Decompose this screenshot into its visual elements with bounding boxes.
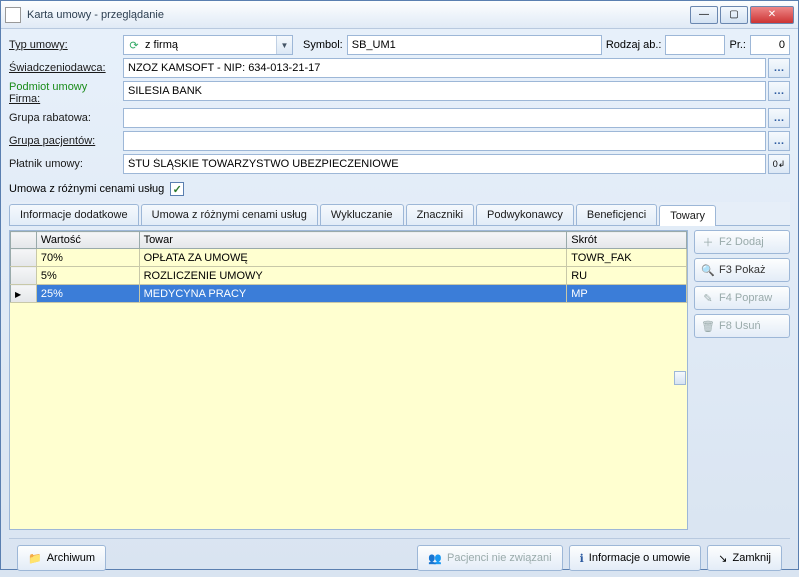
symbol-input[interactable] [347,35,602,55]
window-icon [5,7,21,23]
exit-icon: ↘ [718,552,727,565]
rozne-ceny-checkbox[interactable]: ✓ [170,182,184,196]
popraw-button[interactable]: ✎ F4 Popraw [694,286,790,310]
cell-towar: OPŁATA ZA UMOWĘ [139,249,567,267]
trash-icon: 🗑 [701,320,715,333]
cell-towar: ROZLICZENIE UMOWY [139,267,567,285]
col-towar[interactable]: Towar [139,232,567,249]
col-skrot[interactable]: Skrót [567,232,687,249]
cell-skrot: RU [567,267,687,285]
rodzaj-input[interactable] [665,35,725,55]
firma-input[interactable] [123,81,766,101]
symbol-label: Symbol: [303,39,343,51]
row-handle [11,285,37,303]
usun-button[interactable]: 🗑 F8 Usuń [694,314,790,338]
search-icon: 🔍 [701,264,715,277]
window-buttons: — ▢ ✕ [690,6,794,24]
rodzaj-label: Rodzaj ab.: [606,39,662,51]
table-row[interactable]: 5%ROZLICZENIE UMOWYRU [11,267,687,285]
tab-znaczniki[interactable]: Znaczniki [406,204,474,225]
cell-skrot: MP [567,285,687,303]
firma-label: Firma: [9,93,119,105]
row-handle [11,249,37,267]
dodaj-button[interactable]: ＋ F2 Dodaj [694,230,790,254]
minimize-button[interactable]: — [690,6,718,24]
platnik-input[interactable] [123,154,766,174]
informacje-button[interactable]: ℹ Informacje o umowie [569,545,702,571]
content: Typ umowy: ⟳ z firmą ▼ Symbol: Rodzaj ab… [1,29,798,577]
window: Karta umowy - przeglądanie — ▢ ✕ Typ umo… [0,0,799,570]
col-wartosc[interactable]: Wartość [36,232,139,249]
plus-icon: ＋ [701,234,715,250]
tab-beneficjenci[interactable]: Beneficjenci [576,204,657,225]
cell-towar: MEDYCYNA PRACY [139,285,567,303]
table-row[interactable]: 25%MEDYCYNA PRACYMP [11,285,687,303]
cell-wartosc: 25% [36,285,139,303]
typ-umowy-label: Typ umowy: [9,39,119,51]
grupa-rabatowa-label: Grupa rabatowa: [9,112,119,124]
swiadczeniodawca-browse-button[interactable]: … [768,58,790,78]
tabs: Informacje dodatkowe Umowa z różnymi cen… [9,202,790,226]
people-icon: 👥 [428,552,442,565]
typ-umowy-combo[interactable]: ⟳ z firmą ▼ [123,35,293,55]
row-handle [11,267,37,285]
pr-input[interactable] [750,35,790,55]
podmiot-umowy-label: Podmiot umowy [9,81,119,93]
swiadczeniodawca-input[interactable] [123,58,766,78]
archive-icon: 📁 [28,552,42,565]
side-buttons: ＋ F2 Dodaj 🔍 F3 Pokaż ✎ F4 Popraw 🗑 F8 U… [694,230,790,530]
pr-label: Pr.: [729,39,746,51]
platnik-special-button[interactable]: 0↲ [768,154,790,174]
grupa-pacjentow-input[interactable] [123,131,766,151]
grupa-pacjentow-browse-button[interactable]: … [768,131,790,151]
close-button[interactable]: ✕ [750,6,794,24]
typ-umowy-value: z firmą [145,39,276,51]
row-handle-header [11,232,37,249]
tab-towary[interactable]: Towary [659,205,716,226]
chevron-down-icon[interactable]: ▼ [276,36,292,54]
firma-browse-button[interactable]: … [768,81,790,101]
window-title: Karta umowy - przeglądanie [27,9,690,21]
archiwum-button[interactable]: 📁 Archiwum [17,545,106,571]
footer: 📁 Archiwum 👥 Pacjenci nie związani ℹ Inf… [9,545,790,571]
grupa-rabatowa-input[interactable] [123,108,766,128]
tab-rozne-ceny[interactable]: Umowa z różnymi cenami usług [141,204,318,225]
towary-grid[interactable]: Wartość Towar Skrót 70%OPŁATA ZA UMOWĘTO… [10,231,687,303]
swiadczeniodawca-label: Świadczeniodawca: [9,62,119,74]
edit-icon: ✎ [701,292,715,305]
tab-podwykonawcy[interactable]: Podwykonawcy [476,204,574,225]
cell-wartosc: 70% [36,249,139,267]
grupa-rabatowa-browse-button[interactable]: … [768,108,790,128]
zamknij-button[interactable]: ↘ Zamknij [707,545,782,571]
titlebar: Karta umowy - przeglądanie — ▢ ✕ [1,1,798,29]
grid-area: Wartość Towar Skrót 70%OPŁATA ZA UMOWĘTO… [9,230,688,530]
table-row[interactable]: 70%OPŁATA ZA UMOWĘTOWR_FAK [11,249,687,267]
pacjenci-button[interactable]: 👥 Pacjenci nie związani [417,545,562,571]
tab-wykluczanie[interactable]: Wykluczanie [320,204,404,225]
maximize-button[interactable]: ▢ [720,6,748,24]
divider [9,538,790,539]
grupa-pacjentow-label: Grupa pacjentów: [9,135,119,147]
cell-skrot: TOWR_FAK [567,249,687,267]
platnik-label: Płatnik umowy: [9,158,119,170]
checkbox-label: Umowa z różnymi cenami usług [9,183,164,195]
scrollbar-nub[interactable] [674,371,686,385]
pokaz-button[interactable]: 🔍 F3 Pokaż [694,258,790,282]
info-icon: ℹ [580,552,584,565]
cell-wartosc: 5% [36,267,139,285]
tab-informacje-dodatkowe[interactable]: Informacje dodatkowe [9,204,139,225]
refresh-icon: ⟳ [127,38,141,52]
